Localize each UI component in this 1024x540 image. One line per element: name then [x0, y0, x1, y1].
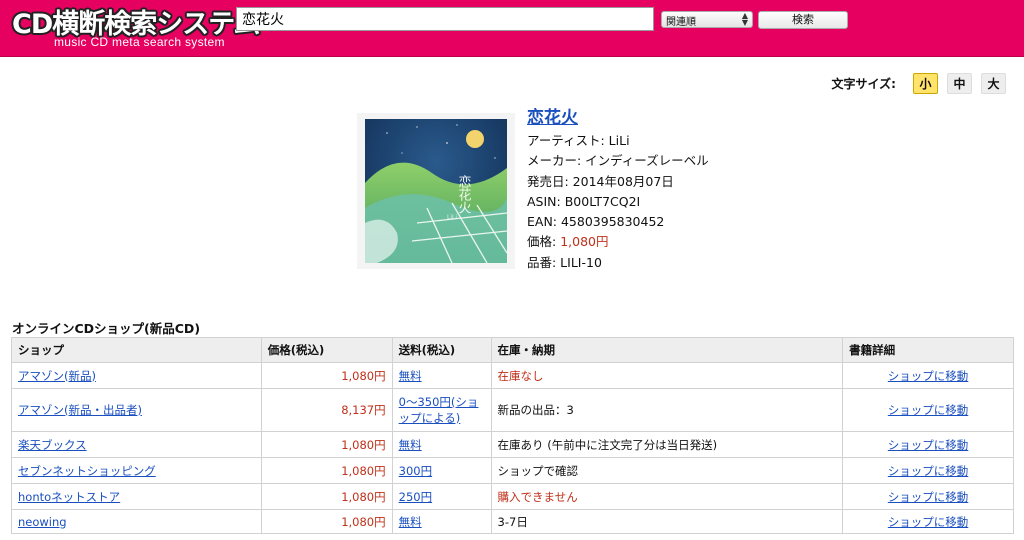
stock-status: 購入できません	[490, 483, 844, 510]
cover-artist-text: LiLi	[447, 214, 457, 221]
shop-price: 1,080円	[260, 509, 393, 534]
price-label: 価格:	[527, 234, 561, 250]
font-size-label: 文字サイズ:	[831, 76, 896, 91]
stock-status: 在庫あり (午前中に注文完了分は当日発送)	[490, 431, 844, 458]
shipping-link[interactable]: 無料	[399, 369, 422, 383]
select-arrows-icon: ▲ ▼	[741, 11, 748, 27]
shop-price: 1,080円	[260, 457, 393, 484]
album-maker: メーカー: インディーズレーベル	[527, 153, 709, 169]
album-info: アーティスト: LiLi メーカー: インディーズレーベル 発売日: 2014年…	[527, 131, 709, 273]
go-to-shop-link[interactable]: ショップに移動	[888, 438, 969, 452]
table-row: セブンネットショッピング 1,080円 300円 ショップで確認 ショップに移動	[11, 457, 1014, 484]
stock-status: 在庫なし	[490, 362, 844, 389]
stock-status: ショップで確認	[490, 457, 844, 484]
album-catalog-number: 品番: LILI-10	[527, 254, 602, 270]
header-stock: 在庫・納期	[490, 337, 844, 363]
table-row: 楽天ブックス 1,080円 無料 在庫あり (午前中に注文完了分は当日発送) シ…	[11, 431, 1014, 458]
shop-link[interactable]: neowing	[18, 515, 67, 529]
album-title-link[interactable]: 恋花火	[527, 103, 578, 128]
album-price-line: 価格: 1,080円	[527, 232, 709, 252]
album-asin: ASIN: B00LT7CQ2I	[527, 193, 641, 209]
go-to-shop-link[interactable]: ショップに移動	[888, 403, 969, 417]
shipping-link[interactable]: 0〜350円(ショップによる)	[399, 395, 479, 425]
shop-link[interactable]: アマゾン(新品)	[18, 369, 96, 383]
table-row: hontoネットストア 1,080円 250円 購入できません ショップに移動	[11, 483, 1014, 510]
search-input[interactable]	[236, 7, 654, 31]
go-to-shop-link[interactable]: ショップに移動	[888, 490, 969, 504]
header-shipping: 送料(税込)	[391, 337, 492, 363]
shop-price: 1,080円	[260, 362, 393, 389]
logo-subtitle: music CD meta search system	[54, 35, 225, 49]
go-to-shop-link[interactable]: ショップに移動	[888, 515, 969, 529]
album-ean: EAN: 4580395830452	[527, 214, 665, 230]
album-cover-image: 恋花火 LiLi	[357, 113, 515, 269]
header-price: 価格(税込)	[260, 337, 393, 363]
shop-price: 1,080円	[260, 431, 393, 458]
album-release-date: 発売日: 2014年08月07日	[527, 173, 674, 189]
font-size-medium-button[interactable]: 中	[947, 72, 972, 94]
shop-link[interactable]: 楽天ブックス	[18, 438, 87, 452]
sort-select-value: 関連順	[666, 17, 696, 28]
header-detail: 書籍詳細	[842, 337, 1014, 363]
site-header: CD横断検索システム music CD meta search system 関…	[0, 0, 1024, 57]
header-shop: ショップ	[11, 337, 262, 363]
stock-status: 3-7日	[490, 509, 844, 534]
shipping-link[interactable]: 250円	[399, 490, 432, 504]
site-logo[interactable]: CD横断検索システム music CD meta search system	[12, 2, 260, 52]
table-row: neowing 1,080円 無料 3-7日 ショップに移動	[11, 509, 1014, 534]
cover-title-text: 恋花火	[456, 174, 472, 214]
font-size-small-button[interactable]: 小	[913, 72, 938, 94]
shop-link[interactable]: hontoネットストア	[18, 490, 120, 504]
table-header-row: ショップ 価格(税込) 送料(税込) 在庫・納期 書籍詳細	[11, 337, 1014, 363]
album-artist: アーティスト: LiLi	[527, 133, 630, 148]
shop-link[interactable]: アマゾン(新品・出品者)	[18, 403, 142, 417]
font-size-switcher: 文字サイズ: 小 中 大	[832, 72, 1006, 94]
album-price: 1,080円	[560, 234, 609, 250]
go-to-shop-link[interactable]: ショップに移動	[888, 464, 969, 478]
font-size-large-button[interactable]: 大	[981, 72, 1006, 94]
shop-table: ショップ 価格(税込) 送料(税込) 在庫・納期 書籍詳細 アマゾン(新品) 1…	[11, 337, 1014, 534]
go-to-shop-link[interactable]: ショップに移動	[888, 369, 969, 383]
search-button[interactable]: 検索	[758, 11, 848, 29]
table-row: アマゾン(新品・出品者) 8,137円 0〜350円(ショップによる) 新品の出…	[11, 388, 1014, 432]
shop-price: 8,137円	[260, 388, 393, 432]
shop-link[interactable]: セブンネットショッピング	[18, 464, 156, 478]
shipping-link[interactable]: 300円	[399, 464, 432, 478]
table-row: アマゾン(新品) 1,080円 無料 在庫なし ショップに移動	[11, 362, 1014, 389]
shipping-link[interactable]: 無料	[399, 438, 422, 452]
stock-status: 新品の出品：3	[490, 388, 844, 432]
sort-select[interactable]: 関連順 ▲ ▼	[661, 11, 753, 28]
shipping-link[interactable]: 無料	[399, 515, 422, 529]
shop-section-title: オンラインCDショップ(新品CD)	[12, 321, 201, 336]
shop-price: 1,080円	[260, 483, 393, 510]
